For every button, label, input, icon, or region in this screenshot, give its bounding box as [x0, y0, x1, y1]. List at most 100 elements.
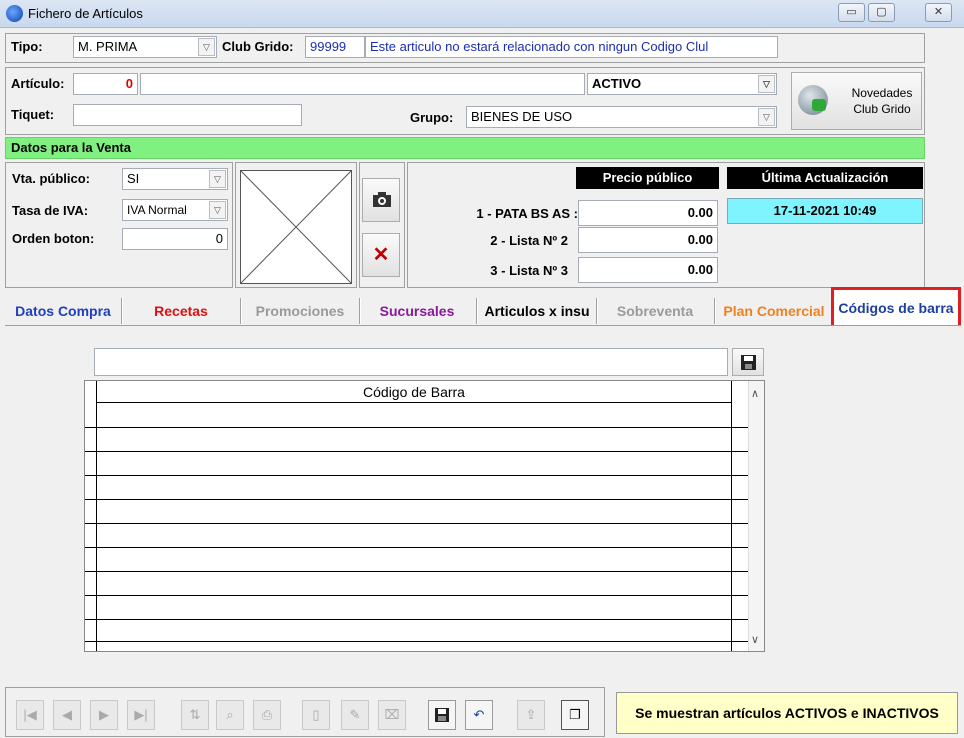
delete-image-button[interactable]: ✕: [362, 233, 400, 277]
sort-button[interactable]: ⇅: [181, 700, 209, 730]
tab-separator: [476, 298, 478, 324]
save-record-button[interactable]: [428, 700, 456, 730]
minimize-button[interactable]: ▭: [838, 3, 865, 22]
chevron-down-icon[interactable]: ▽: [758, 108, 775, 126]
tab-sucursales[interactable]: Sucursales: [360, 296, 474, 326]
grupo-select[interactable]: BIENES DE USO ▽: [466, 106, 777, 128]
orden-boton-label: Orden boton:: [12, 231, 95, 246]
table-row[interactable]: [85, 547, 764, 548]
novedades-club-grido-button[interactable]: Novedades Club Grido: [791, 72, 922, 130]
last-icon: ▶|: [134, 707, 148, 722]
next-record-button[interactable]: ▶: [90, 700, 118, 730]
printer-icon: ⎙: [261, 707, 273, 722]
club-grido-message: Este articulo no estará relacionado con …: [365, 36, 778, 58]
orden-boton-input[interactable]: 0: [122, 228, 228, 250]
club-grido-label: Club Grido:: [222, 39, 294, 54]
tab-codigos-de-barra[interactable]: Códigos de barra: [834, 291, 958, 325]
chevron-down-icon[interactable]: ▽: [198, 38, 215, 56]
close-button[interactable]: ✕: [925, 3, 952, 22]
print-button[interactable]: ⎙: [253, 700, 281, 730]
empty-image-icon: [240, 170, 352, 284]
undo-button[interactable]: ↶: [465, 700, 493, 730]
article-image-placeholder[interactable]: [240, 170, 352, 284]
row-selector-column: [85, 381, 97, 651]
tab-plan-comercial[interactable]: Plan Comercial: [717, 296, 831, 326]
ultima-actualizacion-value: 17-11-2021 10:49: [727, 198, 923, 224]
column-divider: [731, 381, 732, 651]
club-grido-code[interactable]: 99999: [305, 36, 365, 58]
tipo-select[interactable]: M. PRIMA ▽: [73, 36, 217, 58]
app-icon: [6, 5, 23, 22]
refresh-globe-icon: [798, 85, 828, 115]
barcode-grid[interactable]: Código de Barra ∧ ∨: [84, 380, 765, 652]
sort-icon: ⇅: [189, 707, 201, 722]
camera-button[interactable]: [362, 178, 400, 222]
tab-separator: [240, 298, 242, 324]
table-row[interactable]: [85, 523, 764, 524]
tipo-value: M. PRIMA: [78, 39, 138, 54]
last-record-button[interactable]: ▶|: [127, 700, 155, 730]
table-row[interactable]: [85, 499, 764, 500]
copy-button[interactable]: ❐: [561, 700, 589, 730]
export-icon: ⇪: [525, 707, 537, 722]
delete-x-icon: ✕: [372, 244, 390, 266]
chevron-down-icon[interactable]: ▽: [758, 75, 775, 93]
table-row[interactable]: [85, 427, 764, 428]
export-button[interactable]: ⇪: [517, 700, 545, 730]
first-record-button[interactable]: |◀: [16, 700, 44, 730]
first-icon: |◀: [23, 707, 37, 722]
estado-select[interactable]: ACTIVO ▽: [587, 73, 777, 95]
lista-1-label: 1 - PATA BS AS :: [476, 206, 578, 221]
tab-articulos-x-insumo[interactable]: Articulos x insu: [479, 296, 595, 326]
tab-sobreventa[interactable]: Sobreventa: [598, 296, 712, 326]
barcode-input[interactable]: [94, 348, 728, 376]
tasa-iva-select[interactable]: IVA Normal ▽: [122, 199, 228, 221]
table-row[interactable]: [85, 619, 764, 620]
table-row[interactable]: [85, 475, 764, 476]
clipboard-icon: ❐: [569, 707, 581, 722]
vta-publico-label: Vta. público:: [12, 171, 90, 186]
club-grido-sublabel: Club Grido: [853, 102, 911, 116]
chevron-down-icon[interactable]: ▽: [209, 170, 226, 188]
next-icon: ▶: [99, 707, 109, 722]
floppy-disk-icon: [741, 355, 756, 370]
datos-venta-section-title: Datos para la Venta: [5, 137, 925, 159]
scroll-down-icon[interactable]: ∨: [751, 633, 759, 646]
binoculars-icon: ⌕: [226, 707, 234, 722]
previous-record-button[interactable]: ◀: [53, 700, 81, 730]
articulo-code-input[interactable]: 0: [73, 73, 138, 95]
tasa-iva-label: Tasa de IVA:: [12, 203, 89, 218]
articulo-description-input[interactable]: [140, 73, 585, 95]
table-row[interactable]: [85, 451, 764, 452]
codigo-barra-column-header[interactable]: Código de Barra: [97, 381, 731, 403]
maximize-button[interactable]: ▢: [868, 3, 895, 22]
delete-document-icon: ⌧: [384, 707, 400, 722]
lista-3-label: 3 - Lista Nº 3: [490, 263, 568, 278]
tab-recetas[interactable]: Recetas: [124, 296, 238, 326]
ultima-actualizacion-header: Última Actualización: [727, 167, 923, 189]
chevron-down-icon[interactable]: ▽: [209, 201, 226, 219]
table-row[interactable]: [85, 571, 764, 572]
save-barcode-button[interactable]: [732, 348, 764, 376]
title-bar: Fichero de Artículos ▭ ▢ ✕: [0, 0, 964, 28]
lista-1-price[interactable]: 0.00: [578, 200, 718, 226]
search-record-button[interactable]: ⌕: [216, 700, 244, 730]
lista-2-label: 2 - Lista Nº 2: [490, 233, 568, 248]
tiquet-input[interactable]: [73, 104, 302, 126]
vta-publico-select[interactable]: SI ▽: [122, 168, 228, 190]
table-row[interactable]: [85, 595, 764, 596]
vertical-scrollbar[interactable]: ∧ ∨: [748, 381, 764, 651]
status-filter-message: Se muestran artículos ACTIVOS e INACTIVO…: [616, 692, 958, 734]
floppy-disk-icon: [435, 708, 449, 722]
new-record-button[interactable]: ▯: [302, 700, 330, 730]
tab-datos-compra[interactable]: Datos Compra: [6, 296, 120, 326]
scroll-up-icon[interactable]: ∧: [751, 387, 759, 400]
edit-icon: ✎: [349, 707, 361, 722]
lista-2-price[interactable]: 0.00: [578, 227, 718, 253]
table-row[interactable]: [85, 641, 764, 642]
edit-record-button[interactable]: ✎: [341, 700, 369, 730]
delete-record-button[interactable]: ⌧: [378, 700, 406, 730]
lista-3-price[interactable]: 0.00: [578, 257, 718, 283]
camera-icon: [373, 192, 391, 207]
tab-promociones[interactable]: Promociones: [243, 296, 357, 326]
